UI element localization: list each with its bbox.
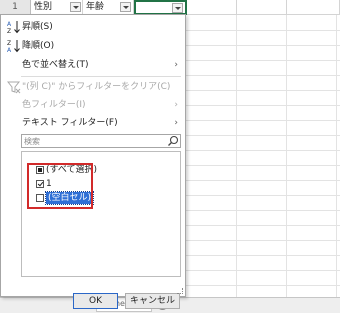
cell-b1[interactable]: 年齢 xyxy=(83,0,134,15)
row-header-1[interactable]: 1 xyxy=(0,0,31,15)
cancel-button[interactable]: キャンセル xyxy=(125,293,180,309)
svg-text:Z: Z xyxy=(7,40,11,47)
text-filter-item[interactable]: テキスト フィルター(F) › xyxy=(1,114,185,132)
filter-search-input[interactable] xyxy=(24,135,164,147)
value-1-checkbox[interactable] xyxy=(36,180,44,188)
sort-descending-label: 降順(O) xyxy=(22,41,55,51)
cell-c1-active[interactable] xyxy=(134,0,187,15)
gridline xyxy=(185,75,340,76)
gridline xyxy=(185,105,340,106)
gridline xyxy=(185,240,340,241)
gridline xyxy=(185,180,340,181)
resize-grip-icon[interactable] xyxy=(177,288,183,294)
filter-dropdown-a-button[interactable] xyxy=(70,2,81,12)
gridline xyxy=(185,195,340,196)
list-item-label: (空白セル) xyxy=(44,191,95,205)
color-filter-label: 色フィルター(I) xyxy=(22,100,86,110)
cell-a1[interactable]: 性別 xyxy=(31,0,83,15)
gridline xyxy=(185,90,340,91)
blanks-checkbox[interactable] xyxy=(36,194,44,202)
chevron-right-icon: › xyxy=(174,60,178,70)
svg-text:Z: Z xyxy=(7,28,11,34)
autofilter-dropdown-panel: A Z 昇順(S) Z A 降順(O) 色で並べ替え(T) › "(列 C)" … xyxy=(0,14,186,309)
gridline xyxy=(185,210,340,211)
gridline xyxy=(185,60,340,61)
cell-f1[interactable] xyxy=(287,0,340,15)
filter-search-box[interactable] xyxy=(21,134,181,148)
sort-ascending-label: 昇順(S) xyxy=(22,22,53,32)
gridline xyxy=(185,45,340,46)
sort-descending-item[interactable]: Z A 降順(O) xyxy=(1,37,185,55)
list-item-label: (すべて選択) xyxy=(46,165,98,175)
clear-filter-icon xyxy=(7,81,21,94)
svg-text:A: A xyxy=(7,47,12,53)
chevron-right-icon: › xyxy=(174,100,178,110)
color-filter-item[interactable]: 色フィルター(I) › xyxy=(1,96,185,114)
sort-by-color-item[interactable]: 色で並べ替え(T) › xyxy=(1,56,185,74)
cell-b1-text: 年齢 xyxy=(86,2,105,12)
gridline xyxy=(185,30,340,31)
cell-a1-text: 性別 xyxy=(34,2,53,12)
filter-value-list[interactable]: (すべて選択) 1 (空白セル) xyxy=(21,151,181,277)
sort-ascending-item[interactable]: A Z 昇順(S) xyxy=(1,18,185,36)
gridline xyxy=(185,285,340,286)
select-all-checkbox[interactable] xyxy=(36,166,44,174)
gridline xyxy=(185,225,340,226)
sort-descending-icon: Z A xyxy=(7,40,20,53)
gridline xyxy=(185,165,340,166)
clear-filter-label: "(列 C)" からフィルターをクリア(C) xyxy=(22,82,171,92)
text-filter-label: テキスト フィルター(F) xyxy=(22,118,118,128)
filter-dropdown-b-button[interactable] xyxy=(120,2,131,12)
cell-e1[interactable] xyxy=(237,0,287,15)
chevron-right-icon: › xyxy=(174,118,178,128)
ok-button[interactable]: OK xyxy=(73,293,118,309)
list-item-label: 1 xyxy=(46,179,52,189)
svg-text:A: A xyxy=(7,21,12,28)
clear-filter-item[interactable]: "(列 C)" からフィルターをクリア(C) xyxy=(1,78,185,96)
gridline xyxy=(185,120,340,121)
gridline xyxy=(185,255,340,256)
menu-separator xyxy=(21,76,181,77)
filter-dropdown-c-button[interactable] xyxy=(172,3,183,13)
search-icon xyxy=(168,135,179,146)
cell-d1[interactable] xyxy=(187,0,237,15)
sort-by-color-label: 色で並べ替え(T) xyxy=(22,60,89,70)
gridline xyxy=(185,270,340,271)
gridline xyxy=(185,150,340,151)
gridline xyxy=(185,135,340,136)
sort-ascending-icon: A Z xyxy=(7,21,20,34)
